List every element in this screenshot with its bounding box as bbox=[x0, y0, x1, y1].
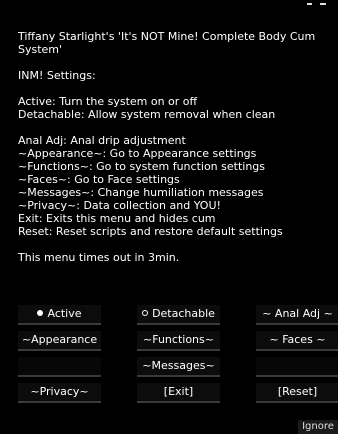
help-anal-adj: Anal Adj: Anal drip adjustment bbox=[18, 134, 186, 147]
dialog-title: Tiffany Starlight's 'It's NOT Mine! Comp… bbox=[18, 30, 319, 56]
help-functions: ~Functions~: Go to system function setti… bbox=[18, 160, 266, 173]
dialog-message: Tiffany Starlight's 'It's NOT Mine! Comp… bbox=[18, 30, 330, 264]
help-reset: Reset: Reset scripts and restore default… bbox=[18, 225, 283, 238]
button-row: ~Appearance ~Functions~ ~ Faces ~ bbox=[18, 331, 338, 352]
functions-button[interactable]: ~Functions~ bbox=[137, 331, 220, 351]
active-label: Active bbox=[47, 307, 82, 320]
selected-bullet-icon bbox=[37, 310, 44, 316]
anal-adj-button[interactable]: ~ Anal Adj ~ bbox=[256, 305, 338, 325]
button-grid: Active Detachable ~ Anal Adj ~ ~Appearan… bbox=[18, 305, 338, 409]
exit-button[interactable]: [Exit] bbox=[137, 383, 220, 403]
privacy-button[interactable]: ~Privacy~ bbox=[18, 383, 101, 403]
settings-heading: INM! Settings: bbox=[18, 69, 96, 82]
help-active: Active: Turn the system on or off bbox=[18, 95, 198, 108]
active-button[interactable]: Active bbox=[18, 305, 101, 325]
appearance-button[interactable]: ~Appearance bbox=[18, 331, 101, 351]
messages-button[interactable]: ~Messages~ bbox=[137, 357, 220, 377]
help-messages: ~Messages~: Change humiliation messages bbox=[18, 186, 264, 199]
help-detachable: Detachable: Allow system removal when cl… bbox=[18, 108, 276, 121]
close-icon[interactable] bbox=[320, 3, 326, 5]
detachable-button[interactable]: Detachable bbox=[137, 305, 220, 325]
button-row: ~Messages~ bbox=[18, 357, 338, 378]
help-exit: Exit: Exits this menu and hides cum bbox=[18, 212, 216, 225]
unselected-radio-icon bbox=[142, 310, 149, 316]
help-faces: ~Faces~: Go to Face settings bbox=[18, 173, 180, 186]
empty-button bbox=[18, 357, 101, 377]
faces-button[interactable]: ~ Faces ~ bbox=[256, 331, 338, 351]
help-privacy: ~Privacy~: Data collection and YOU! bbox=[18, 199, 221, 212]
window-controls bbox=[288, 0, 328, 10]
reset-button[interactable]: [Reset] bbox=[256, 383, 338, 403]
empty-button bbox=[256, 357, 338, 377]
timeout-notice: This menu times out in 3min. bbox=[18, 251, 180, 264]
ignore-button[interactable]: Ignore bbox=[298, 420, 338, 434]
button-row: Active Detachable ~ Anal Adj ~ bbox=[18, 305, 338, 326]
help-appearance: ~Appearance~: Go to Appearance settings bbox=[18, 147, 257, 160]
button-row: ~Privacy~ [Exit] [Reset] bbox=[18, 383, 338, 404]
detachable-label: Detachable bbox=[152, 307, 215, 320]
minimize-icon[interactable] bbox=[307, 3, 312, 5]
